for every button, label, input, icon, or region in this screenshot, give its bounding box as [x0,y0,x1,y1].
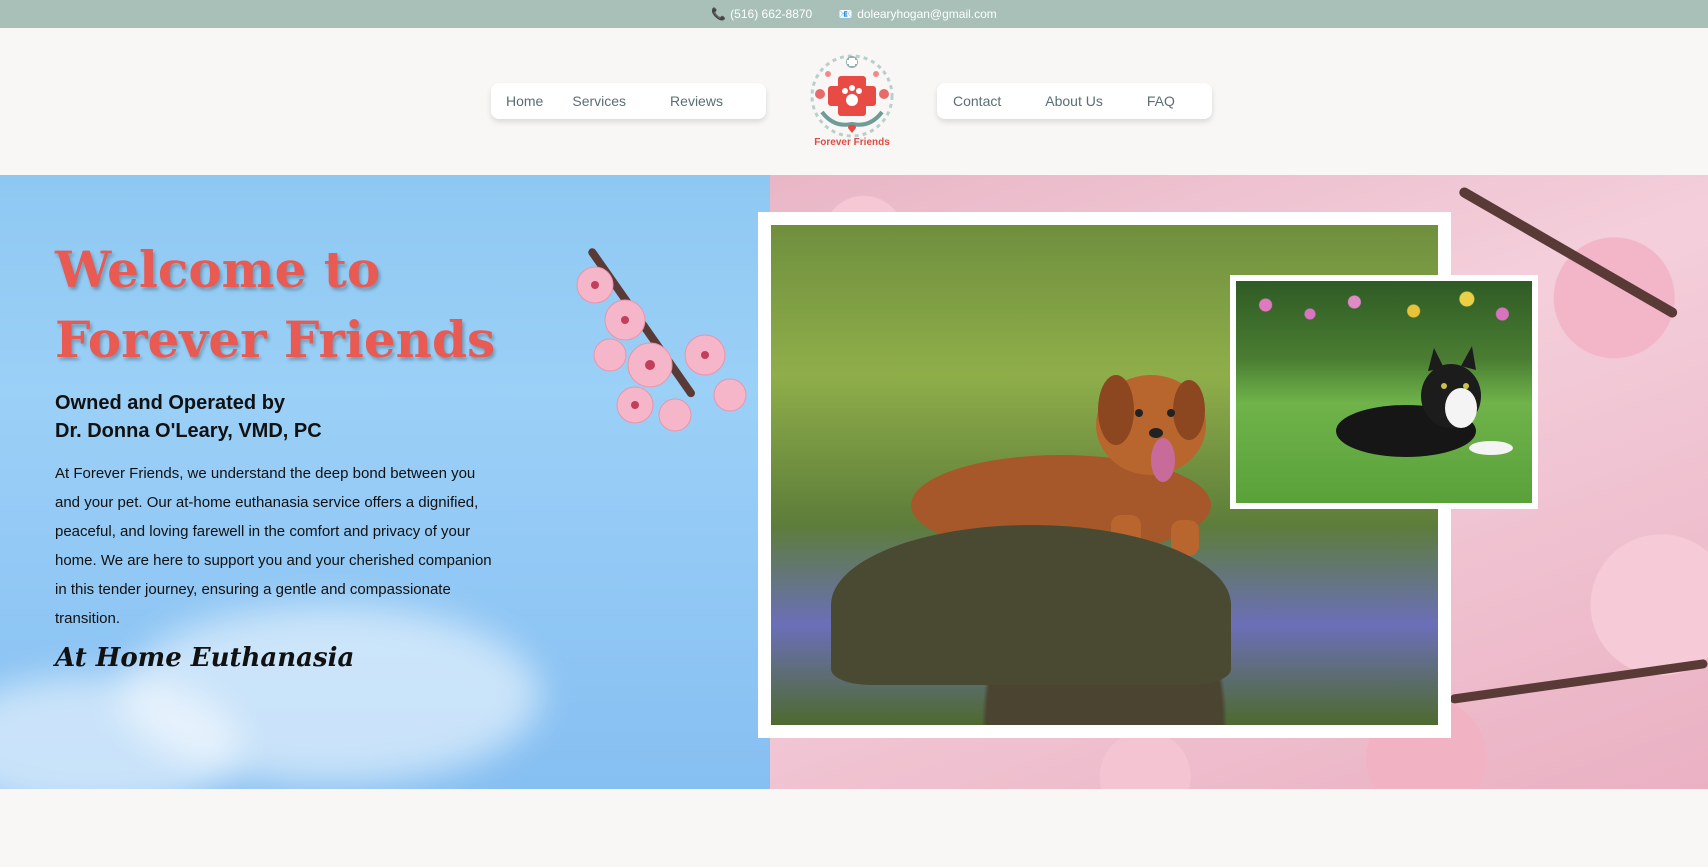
hero-title-line2: Forever Friends [55,310,496,369]
email-icon: 📧 [838,7,854,21]
subtitle-line2: Dr. Donna O'Leary, VMD, PC [55,420,322,442]
nav-right: Contact About Us FAQ [937,83,1212,119]
nav-about-us[interactable]: About Us [1045,93,1103,109]
blossom-cluster [576,266,747,432]
flowers-decoration [1236,281,1532,341]
phone-icon: 📞 [711,7,727,21]
nav-left: Home Services Reviews [491,83,766,119]
contact-bar: 📞 (516) 662-8870 📧 dolearyhogan@gmail.co… [0,0,1708,28]
cat-photo-frame [1230,275,1538,509]
cat-photo [1236,281,1532,503]
email-link[interactable]: 📧 dolearyhogan@gmail.com [838,7,997,21]
email-address: dolearyhogan@gmail.com [857,7,997,21]
cat-illustration [1336,346,1513,457]
hero-title-line1: Welcome to [55,240,381,299]
subtitle-line1: Owned and Operated by [55,392,286,414]
nav-services[interactable]: Services [572,93,626,109]
nav-faq[interactable]: FAQ [1147,93,1175,109]
nav-contact[interactable]: Contact [953,93,1001,109]
hero-description: At Forever Friends, we understand the de… [55,465,492,627]
phone-link[interactable]: 📞 (516) 662-8870 [711,7,812,21]
paw-cross-icon [810,54,894,138]
hero-subtitle: Owned and Operated by Dr. Donna O'Leary,… [55,389,322,445]
logo-text: Forever Friends [814,137,890,148]
site-logo[interactable]: Forever Friends [800,54,904,154]
hero-section: Welcome to Forever Friends Owned and Ope… [0,175,1708,789]
hero-tagline: At Home Euthanasia [55,643,355,673]
hero-title: Welcome to Forever Friends [55,235,495,375]
tree-stump [831,525,1231,685]
phone-number: (516) 662-8870 [730,7,813,21]
nav-reviews[interactable]: Reviews [670,93,723,109]
below-hero-area [0,789,1708,867]
site-header: Home Services Reviews Forever Friends Co… [0,28,1708,175]
nav-home[interactable]: Home [506,93,543,109]
